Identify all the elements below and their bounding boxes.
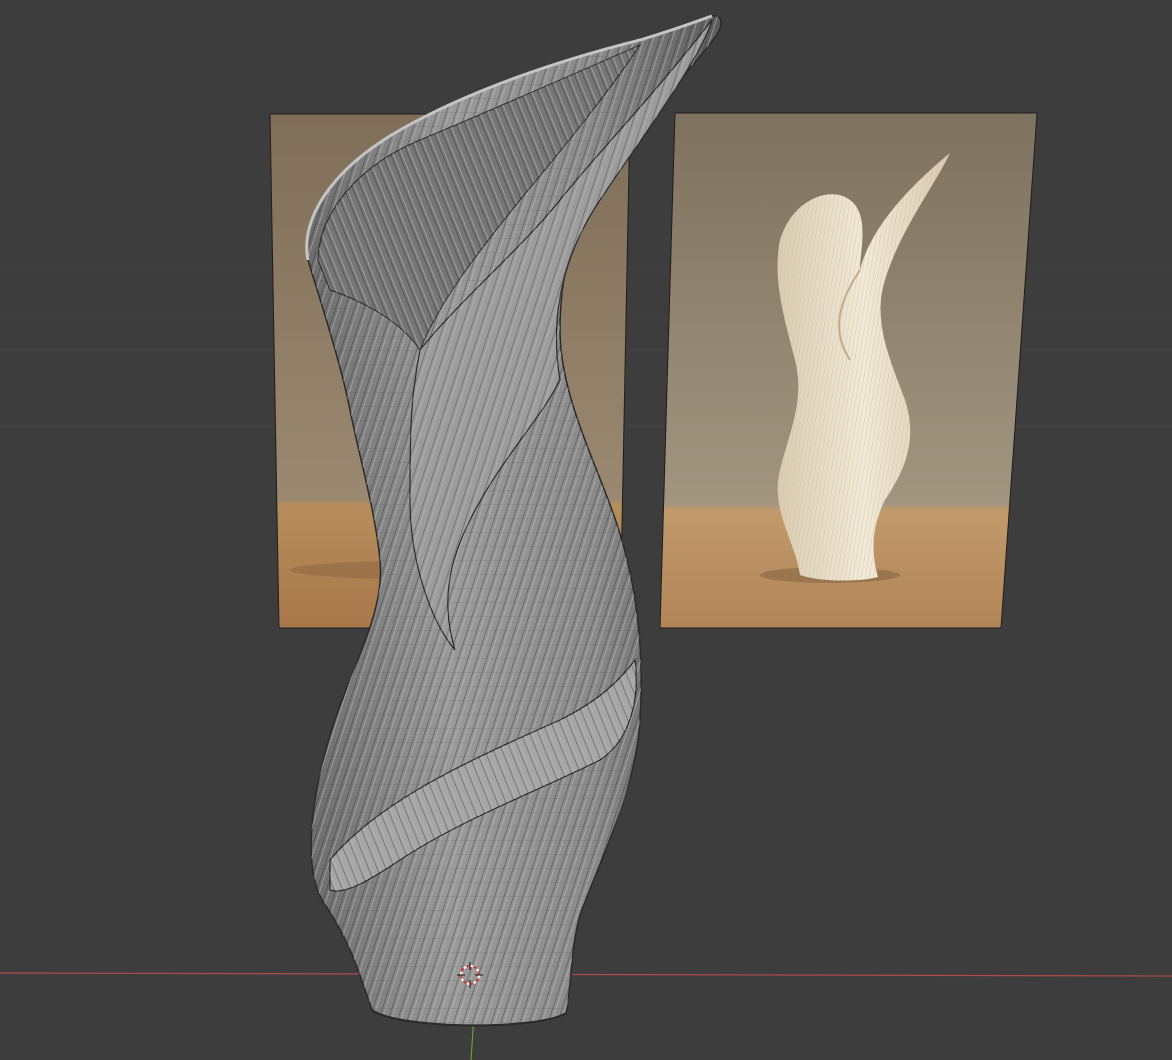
x-axis-line <box>0 972 1172 977</box>
reference-photo-right[interactable] <box>659 112 1038 629</box>
viewport-canvas[interactable] <box>0 0 1172 1060</box>
3d-viewport[interactable] <box>0 0 1172 1060</box>
